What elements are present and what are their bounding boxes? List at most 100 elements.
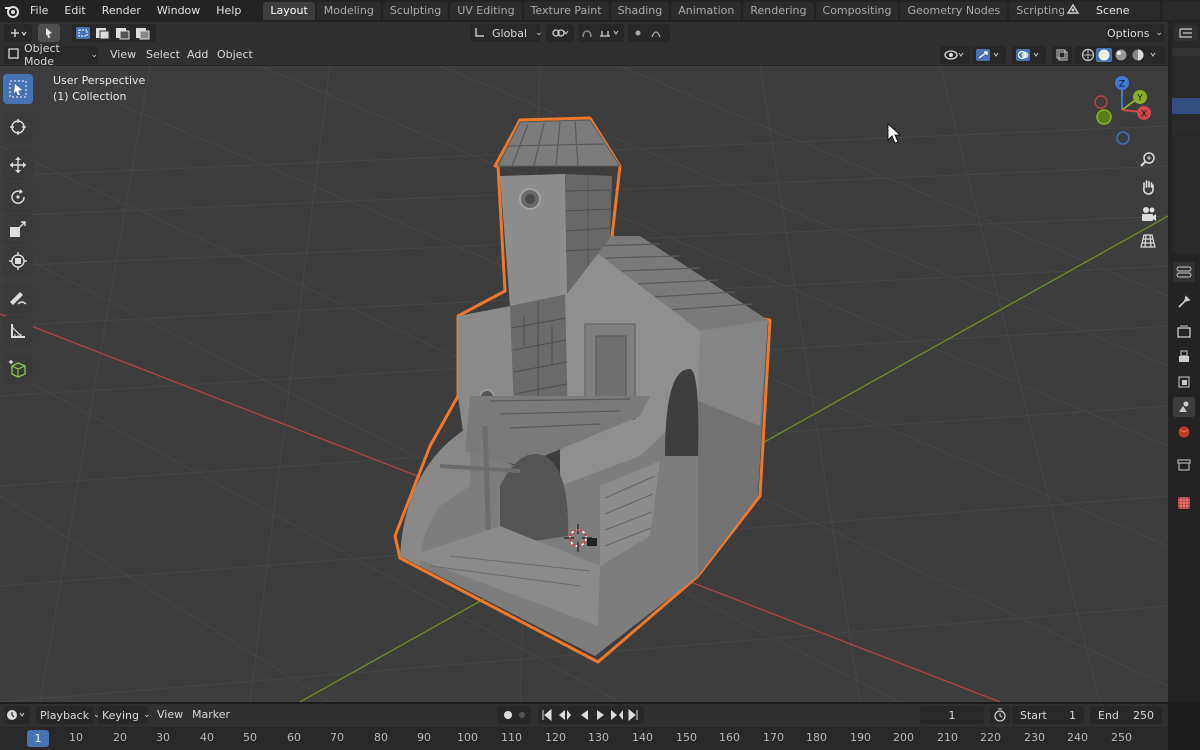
timeline-ruler[interactable]: 1 10 20 30 40 50 60 70 80 90 100 110 120… xyxy=(0,727,1168,750)
transform-tool[interactable] xyxy=(3,246,33,276)
3d-viewport[interactable]: User Perspective (1) Collection Z Y X xyxy=(0,66,1168,702)
tool-properties-icon[interactable] xyxy=(1173,292,1195,312)
perspective-toggle-icon[interactable] xyxy=(1136,229,1160,253)
menu-window[interactable]: Window xyxy=(149,0,208,22)
outliner-row[interactable] xyxy=(1172,48,1200,56)
ruler-tick: 160 xyxy=(719,731,740,744)
menu-file[interactable]: File xyxy=(22,0,56,22)
use-preview-range-icon[interactable] xyxy=(990,706,1010,724)
cursor-tool[interactable] xyxy=(3,112,33,142)
scene-properties-icon[interactable] xyxy=(1173,397,1195,417)
mode-label: Object Mode xyxy=(24,42,60,68)
auto-keying-toggle[interactable] xyxy=(497,706,531,724)
scene-selector[interactable]: Scene xyxy=(1064,1,1160,20)
pan-hand-icon[interactable] xyxy=(1136,175,1160,199)
start-frame-field[interactable]: Start 1 xyxy=(1012,706,1084,724)
playhead-frame-indicator[interactable]: 1 xyxy=(27,730,49,747)
mode-dropdown[interactable]: Object Mode ⌄ xyxy=(4,42,98,68)
shading-mode-buttons[interactable] xyxy=(1075,46,1165,64)
menu-object[interactable]: Object xyxy=(217,46,253,64)
playback-menu[interactable]: Playback ⌄ xyxy=(36,706,101,724)
timeline-menu-marker[interactable]: Marker xyxy=(192,706,230,724)
selection-mode-buttons[interactable] xyxy=(72,24,156,42)
properties-editor-icon[interactable] xyxy=(1173,262,1195,282)
ruler-tick: 200 xyxy=(893,731,914,744)
tab-layout[interactable]: Layout xyxy=(263,2,315,20)
outliner-row[interactable] xyxy=(1172,120,1200,134)
snapping-controls[interactable] xyxy=(578,24,624,42)
keying-label: Keying xyxy=(102,708,139,722)
origin-marker xyxy=(587,538,597,546)
editor-type-button[interactable] xyxy=(4,24,32,42)
texture-properties-icon[interactable] xyxy=(1173,493,1195,513)
menu-add[interactable]: Add xyxy=(187,46,208,64)
ruler-tick: 140 xyxy=(632,731,653,744)
timeline-menu-view[interactable]: View xyxy=(157,706,183,724)
add-cube-tool[interactable] xyxy=(3,354,33,384)
camera-view-icon[interactable] xyxy=(1136,202,1160,226)
tool-shelf xyxy=(3,74,37,386)
visibility-dropdown[interactable] xyxy=(940,46,970,64)
tab-geometry-nodes[interactable]: Geometry Nodes xyxy=(900,2,1008,20)
chevron-down-icon: ⌄ xyxy=(1155,28,1163,38)
viewport-grid xyxy=(0,66,1168,702)
collection-properties-icon[interactable] xyxy=(1173,455,1195,475)
render-properties-icon[interactable] xyxy=(1173,322,1195,342)
tab-compositing[interactable]: Compositing xyxy=(815,2,899,20)
properties-tabs xyxy=(1170,260,1200,702)
tab-uv-editing[interactable]: UV Editing xyxy=(450,2,522,20)
select-tool-button[interactable] xyxy=(38,24,60,42)
chevron-down-icon: ⌄ xyxy=(142,710,151,720)
menu-select[interactable]: Select xyxy=(146,46,180,64)
tab-scripting[interactable]: Scripting xyxy=(1009,2,1073,20)
annotate-tool[interactable] xyxy=(3,284,33,314)
tab-rendering[interactable]: Rendering xyxy=(743,2,814,20)
measure-tool[interactable] xyxy=(3,316,33,346)
timeline-editor-type-button[interactable] xyxy=(4,706,30,724)
proportional-editing-controls[interactable] xyxy=(628,24,670,42)
blender-logo-icon[interactable] xyxy=(2,1,22,21)
move-tool[interactable] xyxy=(3,150,33,180)
xray-toggle[interactable] xyxy=(1052,46,1072,64)
top-menu-bar: File Edit Render Window Help Layout Mode… xyxy=(0,0,1200,22)
pivot-point-dropdown[interactable] xyxy=(546,24,574,42)
tab-sculpting[interactable]: Sculpting xyxy=(382,2,449,20)
outliner-editor-icon[interactable] xyxy=(1174,25,1198,41)
ruler-tick: 210 xyxy=(937,731,958,744)
output-properties-icon[interactable] xyxy=(1173,347,1195,367)
zoom-icon[interactable] xyxy=(1136,148,1160,172)
ruler-tick: 90 xyxy=(417,731,431,744)
menu-view[interactable]: View xyxy=(110,46,136,64)
ruler-tick: 110 xyxy=(501,731,522,744)
tab-texture-paint[interactable]: Texture Paint xyxy=(523,2,609,20)
options-dropdown[interactable]: Options ⌄ xyxy=(1106,24,1164,42)
outliner-selected-row[interactable] xyxy=(1172,98,1200,114)
menu-help[interactable]: Help xyxy=(208,0,249,22)
ruler-tick: 40 xyxy=(200,731,214,744)
chevron-down-icon: ⌄ xyxy=(90,50,98,60)
ruler-tick: 130 xyxy=(588,731,609,744)
ruler-tick: 30 xyxy=(156,731,170,744)
menu-edit[interactable]: Edit xyxy=(56,0,93,22)
scale-tool[interactable] xyxy=(3,214,33,244)
ruler-tick: 100 xyxy=(457,731,478,744)
world-properties-icon[interactable] xyxy=(1173,422,1195,442)
view-layer-properties-icon[interactable] xyxy=(1173,372,1195,392)
tab-modeling[interactable]: Modeling xyxy=(316,2,381,20)
select-box-tool[interactable] xyxy=(3,74,33,104)
outliner-panel[interactable] xyxy=(1172,22,1200,254)
menu-render[interactable]: Render xyxy=(94,0,149,22)
navigation-gizmo[interactable]: Z Y X xyxy=(1088,72,1158,150)
current-frame-field[interactable]: 1 xyxy=(920,706,984,724)
gizmo-toggle[interactable] xyxy=(972,46,1006,64)
gizmo-z-label: Z xyxy=(1119,80,1125,90)
transform-orientation-dropdown[interactable]: Global ⌄ xyxy=(470,24,543,42)
tab-animation[interactable]: Animation xyxy=(671,2,742,20)
tab-shading[interactable]: Shading xyxy=(610,2,670,20)
playback-controls[interactable] xyxy=(538,706,644,724)
keying-menu[interactable]: Keying ⌄ xyxy=(98,706,151,724)
end-frame-field[interactable]: End 250 xyxy=(1090,706,1162,724)
overlays-toggle[interactable] xyxy=(1012,46,1046,64)
rotate-tool[interactable] xyxy=(3,182,33,212)
ruler-tick: 240 xyxy=(1067,731,1088,744)
